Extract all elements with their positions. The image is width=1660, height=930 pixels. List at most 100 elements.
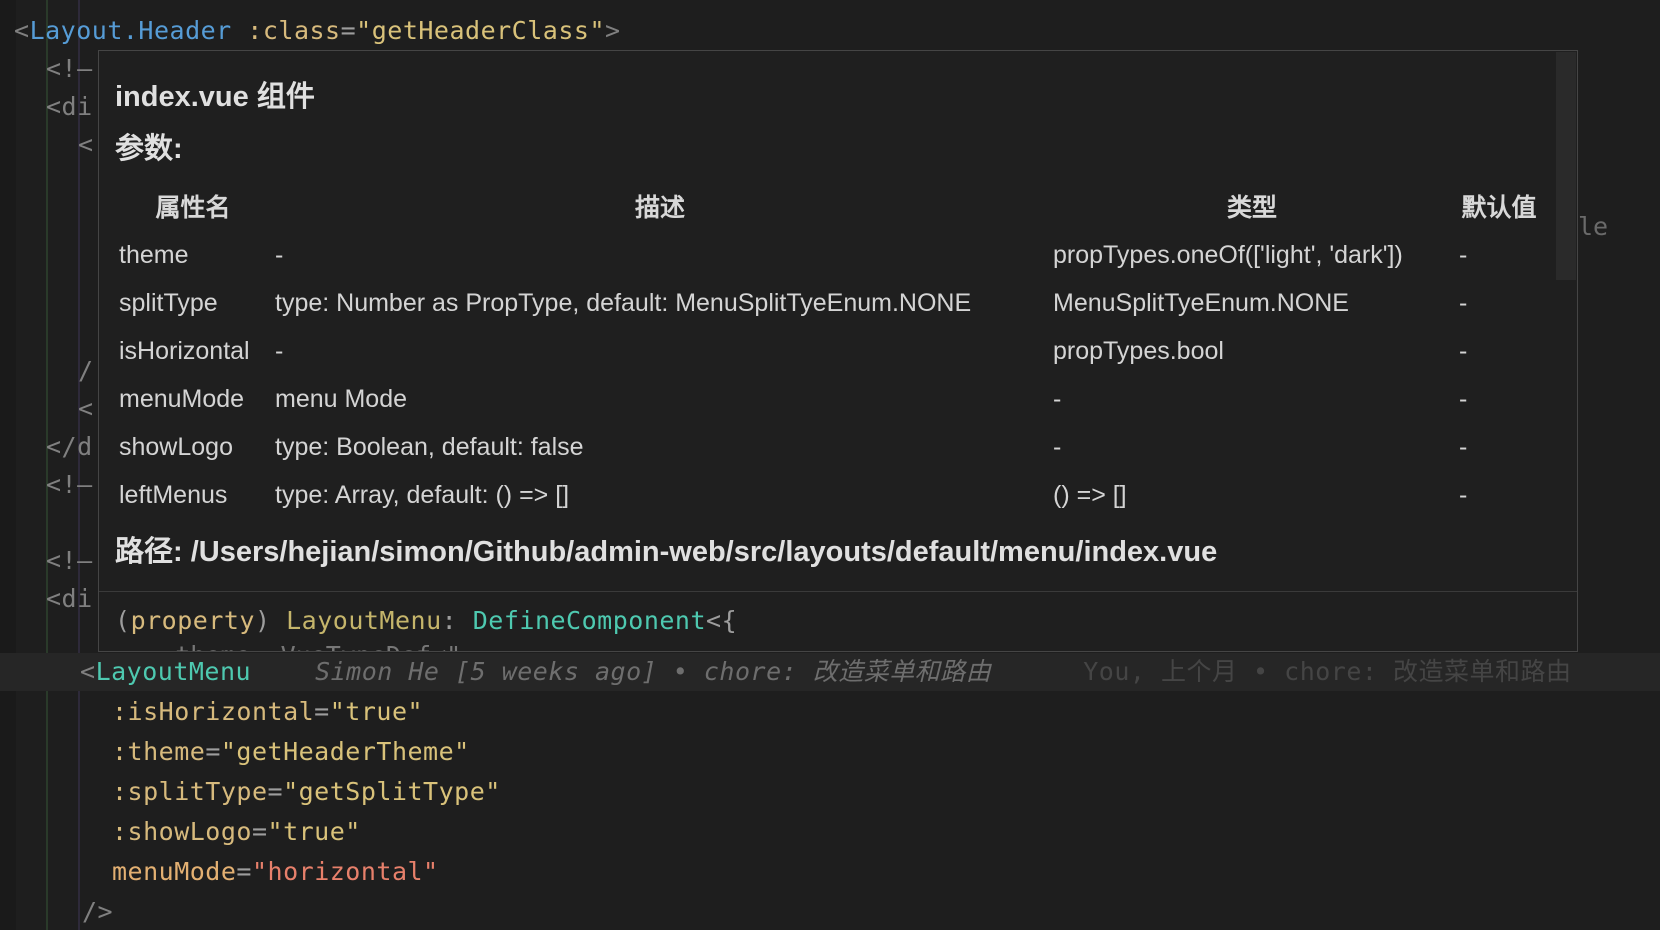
code-line-close-div[interactable]: </d xyxy=(46,428,93,466)
table-row: splitType type: Number as PropType, defa… xyxy=(115,279,1543,327)
attr-name: :splitType xyxy=(112,777,268,806)
hover-tooltip[interactable]: index.vue 组件 参数: 属性名 描述 类型 默认值 theme - p… xyxy=(98,50,1578,652)
code-line-comment-2[interactable]: <!— xyxy=(46,466,93,504)
prop-desc: type: Number as PropType, default: MenuS… xyxy=(275,288,972,317)
comment-fragment: <!— xyxy=(46,546,93,575)
prop-type: - xyxy=(1053,432,1062,461)
column-header-default: 默认值 xyxy=(1461,194,1537,222)
attr-value: "true" xyxy=(329,697,424,726)
hover-scrollbar[interactable] xyxy=(1556,52,1576,280)
tag-close-bracket: > xyxy=(605,16,621,45)
sig-type: DefineComponent xyxy=(472,606,707,635)
comment-fragment: <!— xyxy=(46,54,93,83)
sig-colon: : xyxy=(441,606,458,635)
prop-name: leftMenus xyxy=(119,480,228,509)
prop-type: propTypes.oneOf(['light', 'dark']) xyxy=(1053,240,1403,269)
attr-value: "true" xyxy=(267,817,361,846)
table-row: showLogo type: Boolean, default: false -… xyxy=(115,423,1543,471)
attr-eq: = xyxy=(236,857,252,886)
tag-name: LayoutMenu xyxy=(95,657,252,686)
comment-fragment: <!— xyxy=(46,470,93,499)
prop-name: showLogo xyxy=(119,432,233,461)
code-line-layout-menu[interactable]: <LayoutMenu Simon He [5 weeks ago] • chor… xyxy=(0,653,1660,691)
git-blame-annotation: Simon He [5 weeks ago] • chore: 改造菜单和路由 xyxy=(315,657,992,686)
sig-paren-open: ( xyxy=(115,606,131,635)
sig-tail: <{ xyxy=(706,606,738,635)
code-line-attr[interactable]: :splitType="getSplitType" xyxy=(112,773,501,811)
prop-default: - xyxy=(1459,432,1468,461)
prop-type: MenuSplitTyeEnum.NONE xyxy=(1053,288,1349,317)
hover-documentation: index.vue 组件 参数: 属性名 描述 类型 默认值 theme - p… xyxy=(99,51,1555,591)
attr-eq: = xyxy=(205,737,221,766)
code-line-attr[interactable]: menuMode="horizontal" xyxy=(112,853,439,891)
attr-name: menuMode xyxy=(112,857,237,886)
attr-eq: = xyxy=(340,16,357,45)
close-div-fragment: </d xyxy=(46,432,93,461)
prop-default: - xyxy=(1459,384,1468,413)
prop-desc: menu Mode xyxy=(275,384,408,413)
attr-value: "horizontal" xyxy=(251,857,439,886)
prop-type: () => [] xyxy=(1053,480,1127,509)
sig-name: LayoutMenu xyxy=(286,606,442,635)
attr-name: :theme xyxy=(112,737,206,766)
tag-name: Layout.Header xyxy=(29,16,232,45)
prop-default: - xyxy=(1459,336,1468,365)
attr-name: :isHorizontal xyxy=(112,697,315,726)
code-line-comment-3[interactable]: <!— xyxy=(46,542,93,580)
attr-value: "getHeaderClass" xyxy=(356,16,605,45)
code-line-attr[interactable]: :theme="getHeaderTheme" xyxy=(112,733,470,771)
type-signature: (property) LayoutMenu: DefineComponent<{ xyxy=(115,601,737,641)
table-row: leftMenus type: Array, default: () => []… xyxy=(115,471,1543,519)
code-line-lt[interactable]: < xyxy=(78,390,94,428)
code-line-slash[interactable]: / xyxy=(78,352,94,390)
attr-value: "getHeaderTheme" xyxy=(220,737,470,766)
prop-default: - xyxy=(1459,240,1468,269)
prop-default: - xyxy=(1459,480,1468,509)
tag-fragment: <di xyxy=(46,92,93,121)
attr-eq: = xyxy=(251,817,268,846)
code-line-self-close[interactable]: /> xyxy=(82,893,113,930)
prop-desc: type: Array, default: () => [] xyxy=(275,480,570,509)
component-path: 路径: /Users/hejian/simon/Github/admin-web… xyxy=(115,536,1218,568)
type-signature-next-line: theme: VueTypeDef<" xyxy=(115,641,461,651)
table-row: menuMode menu Mode - - xyxy=(115,375,1543,423)
tag-open-bracket: < xyxy=(14,16,30,45)
prop-name: isHorizontal xyxy=(119,336,250,365)
code-editor[interactable]: <Layout.Header :class="getHeaderClass"> … xyxy=(0,0,1660,930)
sig-paren-close: ) xyxy=(254,606,271,635)
tag-fragment: <di xyxy=(46,584,93,613)
code-line-div[interactable]: <di xyxy=(46,88,93,126)
column-header-desc: 描述 xyxy=(634,194,685,222)
attr-eq: = xyxy=(314,697,330,726)
attr-eq: = xyxy=(267,777,284,806)
column-header-name: 属性名 xyxy=(155,194,231,222)
table-row: isHorizontal - propTypes.bool - xyxy=(115,327,1543,375)
prop-type: - xyxy=(1053,384,1062,413)
prop-desc: - xyxy=(275,336,284,365)
hover-params-label: 参数: xyxy=(115,133,183,165)
code-line-attr[interactable]: :isHorizontal="true" xyxy=(112,693,423,731)
hover-title: index.vue 组件 xyxy=(115,81,315,113)
prop-desc: type: Boolean, default: false xyxy=(275,432,584,461)
tag-open-bracket: < xyxy=(80,657,96,686)
attr-name: :showLogo xyxy=(112,817,252,846)
attr-name: :class xyxy=(247,16,341,45)
hover-divider xyxy=(99,591,1577,592)
self-close-tag: /> xyxy=(82,897,114,926)
table-header-row: 属性名 描述 类型 默认值 xyxy=(115,181,1543,231)
lt-fragment: < xyxy=(78,394,94,423)
code-line-layout-header[interactable]: <Layout.Header :class="getHeaderClass"> xyxy=(14,12,621,50)
code-line-div-2[interactable]: <di xyxy=(46,580,93,618)
sig-keyword: property xyxy=(130,606,255,635)
column-header-type: 类型 xyxy=(1226,194,1277,222)
code-line-attr[interactable]: :showLogo="true" xyxy=(112,813,361,851)
editor-gutter xyxy=(0,0,16,930)
prop-type: propTypes.bool xyxy=(1053,336,1224,365)
slash-fragment: / xyxy=(78,356,94,385)
prop-default: - xyxy=(1459,288,1468,317)
prop-desc: - xyxy=(275,240,284,269)
prop-name: theme xyxy=(119,240,189,269)
attr-value: "getSplitType" xyxy=(283,777,501,806)
code-line-comment[interactable]: <!— xyxy=(46,50,93,88)
prop-name: menuMode xyxy=(119,384,245,413)
